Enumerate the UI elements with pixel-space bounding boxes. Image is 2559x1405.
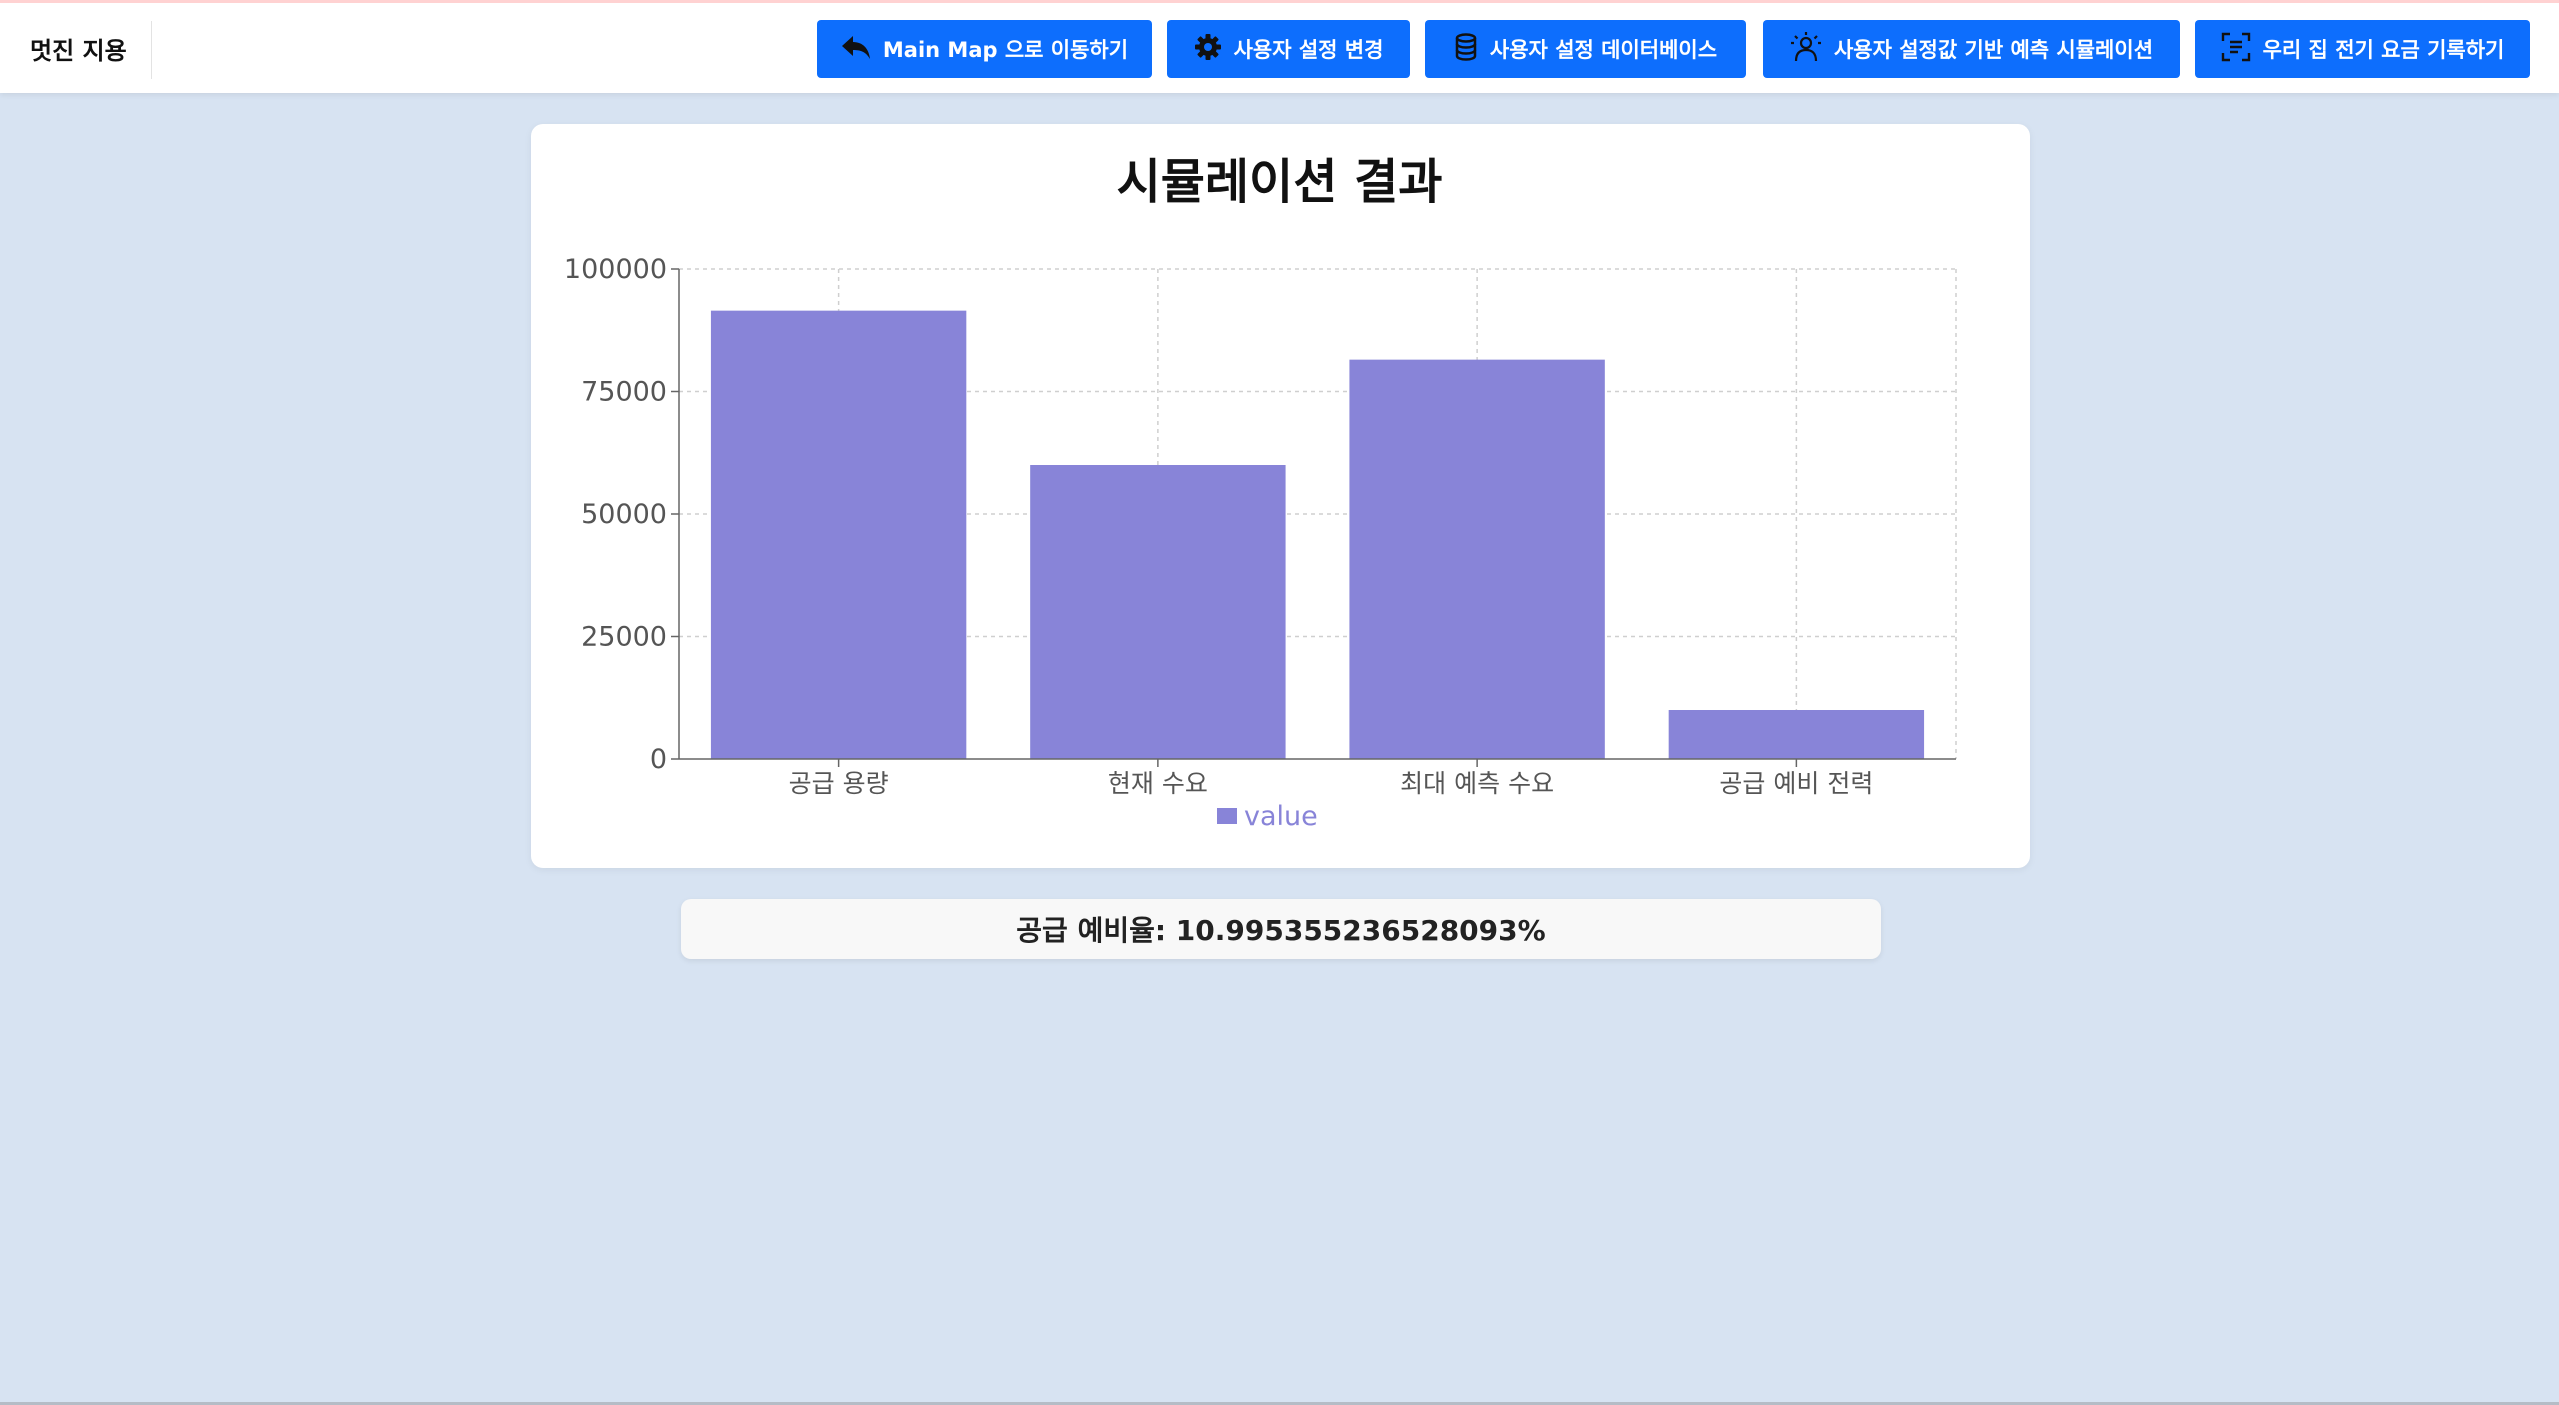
bar: [1030, 465, 1286, 759]
y-tick-label: 100000: [564, 254, 667, 285]
bar: [1668, 710, 1925, 759]
bar: [710, 310, 967, 759]
supply-reserve-ratio-text: 공급 예비율: 10.995355236528093%: [1016, 914, 1546, 947]
supply-reserve-ratio: 공급 예비율: 10.995355236528093%: [681, 899, 1881, 959]
legend-swatch: [1217, 808, 1237, 824]
x-tick-label: 현재 수요: [1108, 769, 1208, 798]
y-tick-label: 25000: [581, 622, 667, 653]
y-tick-label: 0: [650, 744, 667, 775]
x-tick-label: 최대 예측 수요: [1400, 769, 1554, 798]
bar-chart: 0 25000 50000 75000 100000 공급 용량 현재 수요 최대 예측 수요…: [564, 254, 1957, 832]
y-tick-label: 75000: [581, 377, 667, 408]
legend-label: value: [1244, 801, 1318, 832]
x-tick-label: 공급 예비 전력: [1719, 769, 1873, 798]
y-tick-label: 50000: [581, 499, 667, 530]
bar: [1349, 359, 1605, 759]
x-tick-label: 공급 용량: [789, 769, 889, 798]
